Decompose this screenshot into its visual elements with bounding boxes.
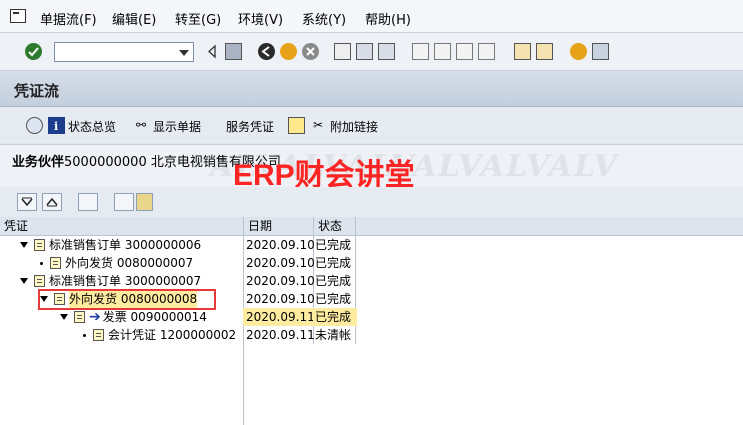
find-icon[interactable]: [356, 43, 373, 60]
expand-triangle-icon[interactable]: [20, 278, 28, 284]
menu-edit[interactable]: 编辑(E): [112, 9, 156, 28]
document-icon: [34, 239, 45, 251]
table-row[interactable]: 标准销售订单 3000000007 2020.09.10 已完成: [0, 272, 355, 290]
print-menu-arrow-icon[interactable]: [136, 193, 153, 211]
print-icon[interactable]: [334, 43, 351, 60]
document-icon: [50, 257, 61, 269]
column-header-status[interactable]: 状态: [314, 217, 355, 236]
document-icon: [74, 311, 85, 323]
exit-icon[interactable]: [280, 43, 297, 60]
table-row[interactable]: ➔ 发票 0090000014 2020.09.11 已完成: [0, 308, 357, 326]
column-header-document[interactable]: 凭证: [0, 217, 243, 236]
next-page-icon[interactable]: [456, 43, 473, 60]
command-field[interactable]: [54, 42, 194, 62]
save-icon[interactable]: [225, 43, 242, 60]
status-overview-button[interactable]: 状态总览: [68, 118, 116, 135]
row-label[interactable]: 发票 0090000014: [103, 308, 207, 326]
title-bar: 凭证流: [0, 71, 743, 107]
expand-triangle-icon[interactable]: [60, 314, 68, 320]
menu-bar: 单据流(F) 编辑(E) 转至(G) 环境(V) 系统(Y) 帮助(H): [0, 0, 743, 33]
table-row[interactable]: 外向发货 0080000007 2020.09.10 已完成: [0, 254, 355, 272]
menu-environment[interactable]: 环境(V): [238, 9, 283, 28]
row-label[interactable]: 外向发货 0080000007: [65, 254, 193, 272]
enter-checkmark-icon[interactable]: [25, 43, 42, 60]
magnifier-icon[interactable]: [26, 117, 43, 134]
new-session-icon[interactable]: [514, 43, 531, 60]
link-icon: ✂: [313, 118, 324, 132]
dropdown-arrow-icon[interactable]: [179, 50, 189, 56]
row-label[interactable]: 标准销售订单 3000000006: [49, 236, 201, 254]
selected-row-highlight-box: [38, 289, 216, 310]
row-date: 2020.09.10: [246, 292, 315, 306]
row-date: 2020.09.11: [246, 328, 315, 342]
last-page-icon[interactable]: [478, 43, 495, 60]
column-header-date[interactable]: 日期: [244, 217, 313, 236]
display-document-button[interactable]: 显示单据: [153, 118, 201, 135]
collapse-all-icon[interactable]: [42, 193, 62, 211]
customize-layout-icon[interactable]: [592, 43, 609, 60]
row-date: 2020.09.11: [243, 308, 316, 326]
document-icon: [93, 329, 104, 341]
additional-links-button[interactable]: 附加链接: [330, 118, 378, 135]
page-title: 凭证流: [14, 82, 60, 100]
menu-document-flow[interactable]: 单据流(F): [40, 9, 97, 28]
svg-text:i: i: [54, 120, 58, 133]
previous-page-icon[interactable]: [434, 43, 451, 60]
document-icon: [34, 275, 45, 287]
row-date: 2020.09.10: [246, 256, 315, 270]
collapse-left-icon[interactable]: [204, 43, 221, 60]
menu-system[interactable]: 系统(Y): [302, 9, 346, 28]
window-menu-icon[interactable]: [10, 9, 26, 23]
standard-toolbar: [0, 33, 743, 71]
service-document-button[interactable]: 服务凭证: [226, 118, 274, 135]
leaf-dot-icon: [83, 333, 86, 337]
leaf-dot-icon: [40, 261, 43, 265]
application-toolbar: i 状态总览 ⚯ 显示单据 服务凭证 ✂ 附加链接: [0, 107, 743, 251]
glasses-icon: ⚯: [136, 118, 147, 132]
table-row[interactable]: 会计凭证 1200000002 2020.09.11 未清帐: [0, 326, 355, 344]
business-partner-label: 业务伙伴: [12, 155, 65, 170]
find-next-icon[interactable]: [378, 43, 395, 60]
help-icon[interactable]: [570, 43, 587, 60]
shortcut-icon[interactable]: [536, 43, 553, 60]
row-status: 未清帐: [315, 328, 352, 342]
row-status: 已完成: [315, 274, 352, 288]
first-page-icon[interactable]: [412, 43, 429, 60]
info-icon: i: [48, 117, 65, 134]
menu-help[interactable]: 帮助(H): [365, 9, 411, 28]
tree-toolbar: [0, 187, 743, 217]
row-date: 2020.09.10: [246, 238, 315, 252]
row-status: 已完成: [315, 238, 352, 252]
right-arrow-icon: ➔: [89, 309, 101, 325]
document-flow-tree: 凭证 日期 状态 标准销售订单 3000000006 2020.09.10 已完…: [0, 217, 743, 425]
row-status: 已完成: [315, 292, 352, 306]
cancel-icon[interactable]: [302, 43, 319, 60]
row-status: 已完成: [313, 308, 357, 326]
column-header-empty: [356, 217, 743, 236]
row-date: 2020.09.10: [246, 274, 315, 288]
print-icon[interactable]: [114, 193, 134, 211]
table-row[interactable]: 标准销售订单 3000000006 2020.09.10 已完成: [0, 236, 355, 254]
chart-icon: [288, 117, 305, 134]
row-label[interactable]: 会计凭证 1200000002: [108, 326, 236, 344]
expand-all-icon[interactable]: [17, 193, 37, 211]
back-icon[interactable]: [258, 43, 275, 60]
menu-goto[interactable]: 转至(G): [175, 9, 221, 28]
expand-triangle-icon[interactable]: [20, 242, 28, 248]
binoculars-find-icon[interactable]: [78, 193, 98, 211]
row-label[interactable]: 标准销售订单 3000000007: [49, 272, 201, 290]
row-status: 已完成: [315, 256, 352, 270]
